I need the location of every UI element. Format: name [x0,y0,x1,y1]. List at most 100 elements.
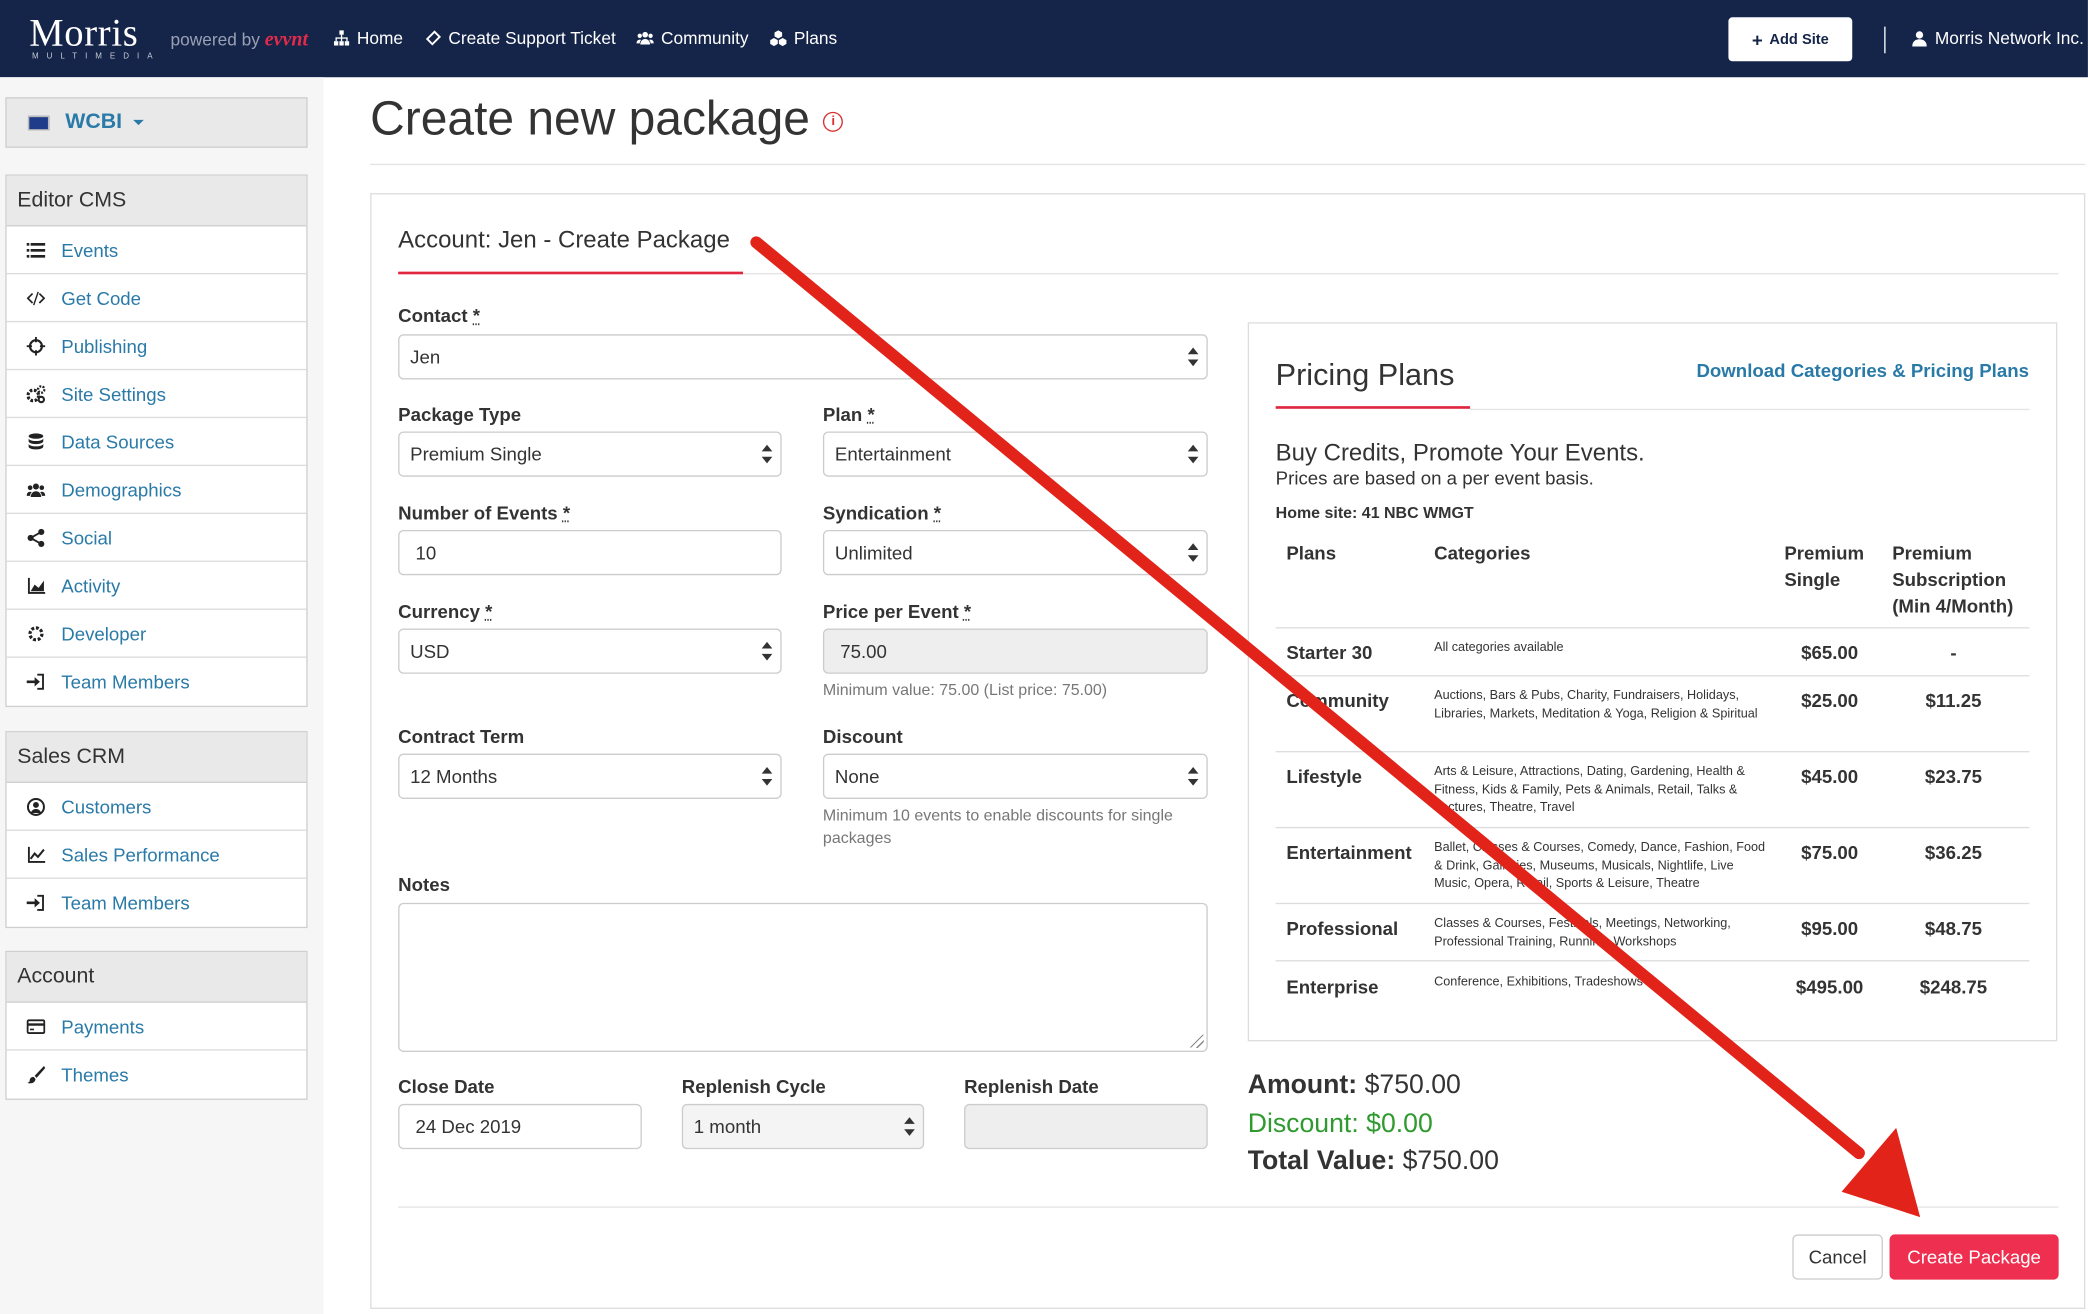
amount-summary: Amount: $750.00 [1248,1071,1461,1102]
close-date-input[interactable]: 24 Dec 2019 [398,1104,642,1149]
code-icon [27,288,46,307]
plan-premium-single: $45.00 [1776,766,1883,787]
replenish-cycle-select[interactable]: 1 month [682,1104,924,1149]
plan-categories: Auctions, Bars & Pubs, Charity, Fundrais… [1434,687,1770,723]
total-summary: Total Value: $750.00 [1248,1147,1499,1178]
form-footer-divider [398,1206,2059,1207]
close-date-value: 24 Dec 2019 [415,1116,521,1137]
info-icon[interactable]: i [823,111,843,131]
plan-name: Starter 30 [1286,642,1372,663]
sidebar-item-payments[interactable]: Payments [7,1003,307,1051]
plan-categories: Ballet, Classes & Courses, Comedy, Dance… [1434,839,1770,893]
paint-brush-icon [27,1065,46,1084]
select-arrows-icon [1188,348,1199,367]
syndication-select[interactable]: Unlimited [823,530,1208,575]
number-of-events-label: Number of Events * [398,502,570,523]
notes-textarea[interactable] [398,903,1208,1052]
number-of-events-input[interactable]: 10 [398,530,782,575]
resize-handle-icon[interactable] [1190,1035,1203,1048]
navbar-divider [1884,27,1885,54]
user-circle-icon [27,797,46,816]
download-pricing-link[interactable]: Download Categories & Pricing Plans [1696,360,2029,381]
required-mark: * [867,403,874,424]
nav-home[interactable]: Home [333,28,403,48]
select-arrows-icon [762,767,773,786]
account-heading: Account: Jen - Create Package [398,226,730,254]
price-per-event-value: 75.00 [840,640,887,661]
ticket-icon [424,29,441,46]
credit-card-icon [27,1017,46,1036]
plan-categories: Conference, Exhibitions, Tradeshows [1434,973,1770,991]
page-title-text: Create new package [370,91,810,147]
sidebar-item-demographics[interactable]: Demographics [7,466,307,514]
row-divider [1276,675,2030,676]
contract-term-select[interactable]: 12 Months [398,754,782,799]
sidebar-item-events[interactable]: Events [7,226,307,274]
brand-logo-subtitle: MULTIMEDIA [32,53,161,61]
plan-name: Entertainment [1286,842,1411,863]
list-icon [27,240,46,259]
col-header-categories: Categories [1434,539,1530,566]
sidebar-item-team-members-crm[interactable]: Team Members [7,879,307,927]
sidebar-item-activity[interactable]: Activity [7,562,307,610]
sidebar-item-social[interactable]: Social [7,514,307,562]
nav-community[interactable]: Community [637,28,749,48]
row-divider [1276,751,2030,752]
nav-plans[interactable]: Plans [770,28,837,48]
site-logo-icon [28,115,49,130]
sidebar-item-site-settings[interactable]: Site Settings [7,370,307,418]
contact-select[interactable]: Jen [398,334,1208,379]
price-per-event-input[interactable]: 75.00 [823,629,1208,674]
plan-categories: Arts & Leisure, Attractions, Dating, Gar… [1434,763,1770,817]
plan-label: Plan * [823,403,875,424]
col-header-plans: Plans [1286,539,1336,566]
powered-by-brand: evvnt [265,29,308,50]
nav-create-support-ticket[interactable]: Create Support Ticket [424,28,615,48]
users-icon [27,480,46,499]
row-divider [1276,960,2030,961]
currency-value: USD [410,640,449,661]
add-site-button[interactable]: + Add Site [1728,17,1852,61]
users-icon [637,29,654,46]
sidebar-item-label: Customers [61,796,151,817]
sidebar-item-customers[interactable]: Customers [7,783,307,831]
notes-label: Notes [398,874,450,895]
brand-logo[interactable]: Morris [29,12,138,56]
sidebar-item-get-code[interactable]: Get Code [7,274,307,322]
plan-premium-subscription: $11.25 [1900,690,2007,711]
plan-select[interactable]: Entertainment [823,431,1208,476]
pricing-title-rule [1470,409,2029,410]
sidebar-item-label: Payments [61,1015,144,1036]
panel-heading: Editor CMS [7,176,307,227]
select-arrows-icon [1188,543,1199,562]
sidebar-item-sales-performance[interactable]: Sales Performance [7,831,307,879]
contact-label: Contact * [398,305,480,326]
create-package-button[interactable]: Create Package [1890,1234,2059,1279]
price-per-event-label: Price per Event * [823,601,971,622]
discount-summary: Discount: $0.00 [1248,1109,1433,1140]
currency-select[interactable]: USD [398,629,782,674]
account-menu[interactable]: Morris Network Inc. [1912,28,2084,48]
sidebar-item-publishing[interactable]: Publishing [7,322,307,370]
account-name: Morris Network Inc. [1935,28,2084,48]
sidebar-item-themes[interactable]: Themes [7,1051,307,1099]
site-selector[interactable]: WCBI [5,97,307,148]
table-header-divider [1276,627,2030,628]
pricing-title-underline [1276,406,1470,409]
cancel-button[interactable]: Cancel [1792,1234,1883,1279]
discount-select[interactable]: None [823,754,1208,799]
cogs-icon [27,384,46,403]
price-per-event-label-text: Price per Event [823,601,959,622]
sidebar-item-data-sources[interactable]: Data Sources [7,418,307,466]
powered-by: powered by evvnt [170,29,308,52]
plan-label-text: Plan [823,403,862,424]
col-header-premium-single: Premium Single [1784,539,1877,592]
currency-label-text: Currency [398,601,480,622]
package-type-select[interactable]: Premium Single [398,431,782,476]
sidebar-item-team-members[interactable]: Team Members [7,658,307,706]
sidebar-item-developer[interactable]: Developer [7,610,307,658]
plan-premium-subscription: - [1900,642,2007,663]
sidebar-item-label: Social [61,527,112,548]
nav-plans-label: Plans [794,28,837,48]
replenish-date-input[interactable] [964,1104,1208,1149]
